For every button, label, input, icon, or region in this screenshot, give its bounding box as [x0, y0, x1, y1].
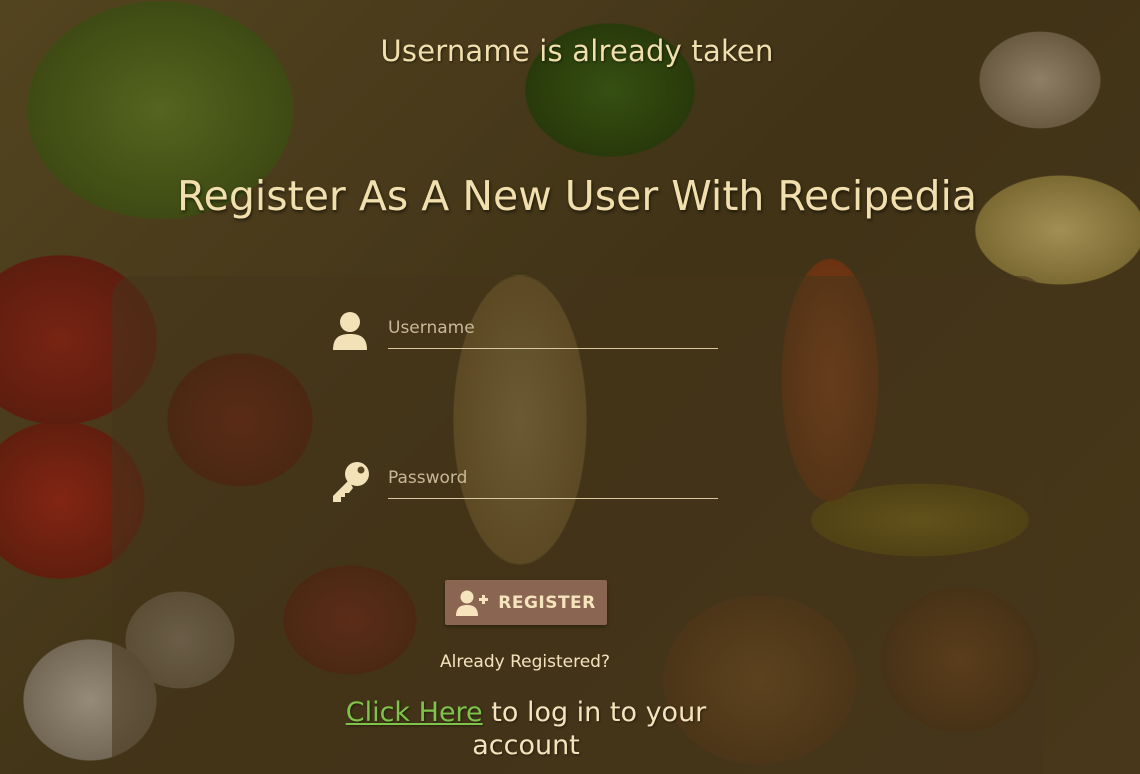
- username-input[interactable]: [388, 308, 718, 349]
- register-button-label: REGISTER: [498, 592, 596, 613]
- user-icon: [330, 310, 370, 352]
- username-field: [330, 306, 720, 356]
- login-link[interactable]: Click Here: [346, 697, 483, 728]
- key-icon: [330, 460, 370, 502]
- user-plus-icon: [456, 590, 489, 616]
- login-prompt-text: to log in to your account: [472, 697, 707, 761]
- page-title: Register As A New User With Recipedia: [176, 172, 978, 220]
- password-input[interactable]: [388, 458, 718, 499]
- login-prompt: Click Here to log in to your account: [330, 696, 722, 762]
- register-button[interactable]: REGISTER: [445, 580, 607, 625]
- flash-message: Username is already taken: [380, 34, 774, 68]
- password-field: [330, 456, 720, 506]
- already-registered-text: Already Registered?: [440, 652, 610, 672]
